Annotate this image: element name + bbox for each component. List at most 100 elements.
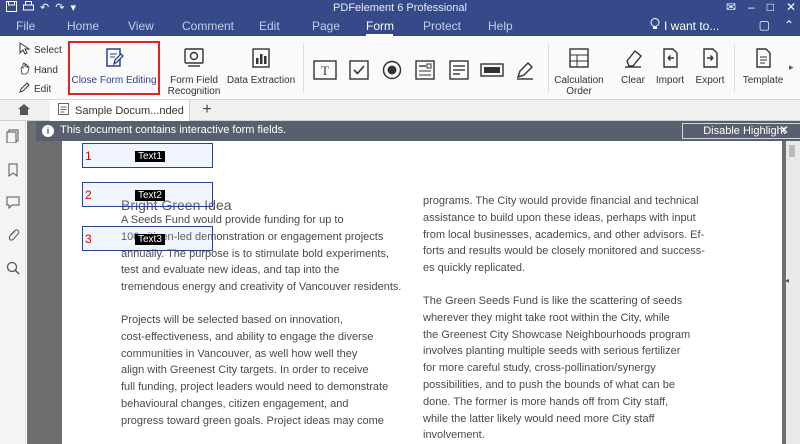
signature-field-tool[interactable] — [512, 58, 538, 87]
template-icon — [751, 46, 775, 70]
tab-edit[interactable]: Edit — [259, 19, 280, 33]
button-field-icon — [480, 58, 504, 82]
calculation-order-button[interactable]: Calculation Order — [552, 46, 606, 97]
text-field-tool[interactable]: T — [312, 58, 338, 87]
tab-home[interactable]: Home — [67, 19, 99, 33]
import-button[interactable]: Import — [653, 46, 687, 86]
text-line: behavioural changes, citizen engagement,… — [121, 397, 349, 410]
text-line: forts and results would be closely monit… — [423, 245, 705, 258]
menu-bar: File Home View Comment Edit Page Form Pr… — [0, 16, 800, 36]
new-tab-button[interactable]: + — [198, 100, 216, 121]
tab-view[interactable]: View — [128, 19, 154, 33]
select-cursor-icon — [18, 42, 31, 58]
clear-button[interactable]: Clear — [616, 46, 650, 86]
ribbon-scroll-right-icon[interactable]: ▸ — [789, 62, 794, 73]
right-paragraph-2: The Green Seeds Fund is like the scatter… — [423, 293, 713, 444]
tab-page[interactable]: Page — [312, 19, 340, 33]
ribbon-collapse-icon[interactable]: ⌃ — [784, 18, 794, 32]
form-field-recognition-label-1: Form Field — [170, 75, 218, 86]
edit-pencil-icon — [18, 81, 31, 97]
left-sidebar: ▸ — [0, 121, 32, 444]
field-name-tag: Text1 — [135, 151, 165, 162]
text-line: while the latter likely would need more … — [423, 412, 655, 425]
home-icon — [17, 103, 31, 119]
ribbon-separator — [548, 44, 549, 92]
import-label: Import — [655, 75, 685, 86]
text-line: The Green Seeds Fund is like the scatter… — [423, 294, 683, 307]
text-line: involves planting multiple seeds with se… — [423, 345, 681, 358]
svg-text:T: T — [321, 63, 329, 78]
button-field-tool[interactable] — [479, 58, 505, 87]
document-tab[interactable]: Sample Docum...nded — [50, 100, 190, 121]
document-tab-bar: Sample Docum...nded + — [0, 100, 800, 121]
form-field-text2[interactable]: 2 Text2 — [82, 182, 213, 207]
text-line: assistance to build upon these ideas, pe… — [423, 211, 696, 224]
thumbnails-icon[interactable] — [6, 129, 20, 144]
text-line: for more careful study, cross-pollinatio… — [423, 362, 656, 375]
form-field-text3[interactable]: 3 Text3 — [82, 226, 213, 251]
hand-tool[interactable]: Hand — [18, 62, 58, 78]
minimize-button[interactable]: – — [748, 0, 755, 15]
list-box-icon — [447, 58, 471, 82]
close-form-editing-button[interactable]: Close Form Editing — [70, 46, 158, 86]
checkbox-tool[interactable] — [346, 58, 372, 87]
info-bar-close-icon[interactable]: ✕ — [779, 123, 789, 137]
edit-tool[interactable]: Edit — [18, 81, 51, 97]
form-field-text1[interactable]: 1 Text1 — [82, 143, 213, 168]
field-number: 2 — [85, 188, 92, 202]
text-line: from local businesses, academics, and ot… — [423, 228, 705, 241]
template-button[interactable]: Template — [741, 46, 785, 86]
tab-comment[interactable]: Comment — [182, 19, 234, 33]
user-icon[interactable]: ▢ — [759, 18, 770, 32]
panel-expand-icon[interactable]: ◂ — [785, 276, 789, 285]
scrollbar-thumb[interactable] — [789, 145, 795, 157]
tab-protect[interactable]: Protect — [423, 19, 461, 33]
right-paragraph-1: programs. The City would provide financi… — [423, 193, 713, 277]
calculation-label-1: Calculation — [554, 75, 604, 86]
lightbulb-icon — [650, 18, 660, 33]
text-line: test and evaluate new ideas, and tap int… — [121, 264, 340, 277]
i-want-to-search[interactable]: I want to... — [650, 18, 719, 33]
info-message: This document contains interactive form … — [60, 124, 287, 136]
export-button[interactable]: Export — [693, 46, 727, 86]
close-button[interactable]: ✕ — [786, 0, 796, 15]
template-label: Template — [742, 75, 784, 86]
title-bar: ↶ ↷ ▾ PDFelement 6 Professional ✉ – □ ✕ — [0, 0, 800, 16]
combo-box-tool[interactable] — [412, 58, 438, 87]
vertical-scrollbar[interactable] — [786, 141, 800, 444]
combo-box-icon — [413, 58, 437, 82]
hand-label: Hand — [34, 64, 58, 76]
tab-form[interactable]: Form — [366, 19, 394, 33]
text-line: progress toward green goals. Project ide… — [121, 414, 384, 427]
text-line: wherever they might take root within the… — [423, 311, 670, 324]
home-tab[interactable] — [0, 100, 48, 121]
radio-button-icon — [380, 58, 404, 82]
text-line: Projects will be selected based on innov… — [121, 313, 343, 326]
form-field-recognition-button[interactable]: Form Field Recognition — [165, 46, 223, 97]
app-title: PDFelement 6 Professional — [333, 2, 467, 14]
document-column-right: programs. The City would provide financi… — [423, 193, 713, 444]
text-line: the Greenest City Showcase Neighbourhood… — [423, 328, 691, 341]
calculation-order-icon — [567, 46, 591, 70]
radio-button-tool[interactable] — [379, 58, 405, 87]
form-info-bar: i This document contains interactive for… — [36, 121, 800, 141]
text-field-icon: T — [313, 58, 337, 82]
comment-icon[interactable] — [6, 195, 20, 210]
import-icon — [658, 46, 682, 70]
text-line: es quickly replicated. — [423, 262, 526, 275]
bookmark-icon[interactable] — [6, 163, 20, 177]
document-tab-title: Sample Docum...nded — [75, 104, 184, 117]
feedback-icon[interactable]: ✉ — [726, 0, 736, 15]
select-tool[interactable]: Select — [18, 42, 62, 58]
maximize-button[interactable]: □ — [767, 0, 774, 15]
tab-help[interactable]: Help — [488, 19, 513, 33]
text-line: programs. The City would provide financi… — [423, 195, 699, 207]
export-icon — [698, 46, 722, 70]
text-line: full funding, project leaders would need… — [121, 381, 389, 394]
data-extraction-button[interactable]: Data Extraction — [226, 46, 296, 86]
form-recognition-icon — [182, 46, 206, 70]
attachment-icon[interactable] — [6, 228, 20, 242]
list-box-tool[interactable] — [446, 58, 472, 87]
tab-file[interactable]: File — [16, 19, 35, 33]
search-icon[interactable] — [6, 261, 20, 275]
